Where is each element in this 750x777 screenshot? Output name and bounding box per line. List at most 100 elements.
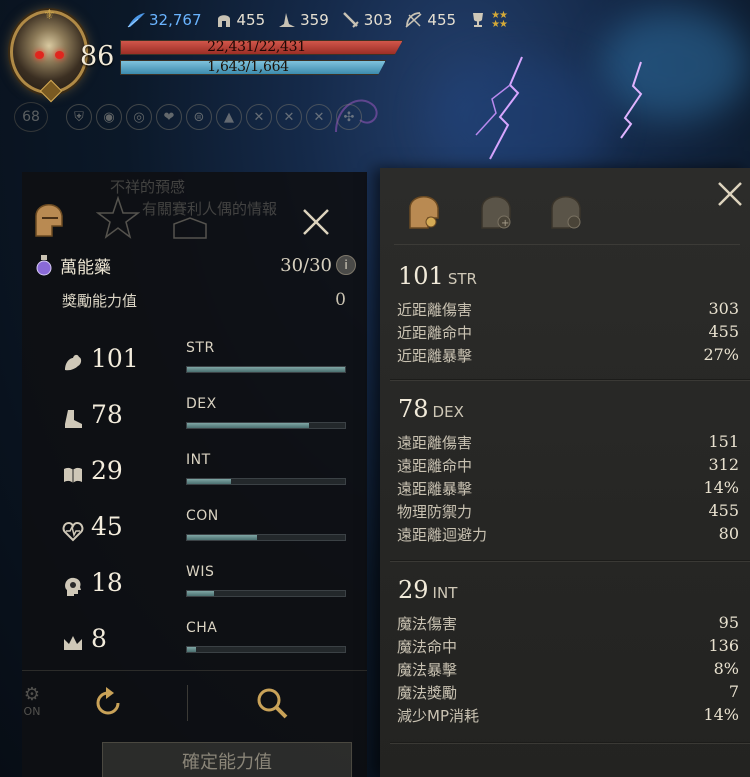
attribute-value: 8 bbox=[91, 624, 107, 653]
elixir-name: 萬能藥 bbox=[60, 257, 111, 278]
stat-row-value: 455 bbox=[708, 322, 739, 341]
stat-row-label: 近距離命中 bbox=[397, 324, 473, 342]
stat-row: 減少MP消耗 14% bbox=[397, 705, 739, 727]
stat-row: 近距離暴擊 27% bbox=[397, 345, 739, 367]
buff-shield-icon[interactable]: ⛨ bbox=[66, 104, 92, 130]
attribute-bar bbox=[186, 590, 346, 597]
attribute-dex[interactable]: 78 DEX bbox=[58, 396, 348, 440]
close-button[interactable] bbox=[716, 180, 744, 208]
stat-row-value: 95 bbox=[718, 613, 739, 632]
auto-toggle-label: ON bbox=[23, 705, 41, 718]
buff-swords-icon[interactable]: ✕ bbox=[246, 104, 272, 130]
stat-magic[interactable]: 359 bbox=[277, 10, 329, 30]
attribute-name: CHA bbox=[186, 620, 218, 636]
player-hud: ⚜ 86 32,767 455 359 303 455 ★★ ★★ 22,431… bbox=[0, 0, 750, 150]
boot-icon bbox=[65, 410, 82, 428]
attribute-bar bbox=[186, 478, 346, 485]
building-icon bbox=[173, 217, 207, 239]
stat-row-value: 8% bbox=[713, 659, 739, 678]
section-divider bbox=[390, 560, 750, 562]
confirm-stats-button[interactable]: 確定能力值 bbox=[102, 742, 352, 777]
attribute-str[interactable]: 101 STR bbox=[58, 340, 348, 384]
attribute-bar-fill bbox=[187, 423, 309, 428]
buff-crest-icon[interactable]: ✣ bbox=[336, 104, 362, 130]
buff-swords-icon[interactable]: ✕ bbox=[276, 104, 302, 130]
attribute-bar bbox=[186, 366, 346, 373]
helmet-icon bbox=[214, 10, 234, 30]
mp-bar: 1,643/1,664 bbox=[120, 60, 386, 75]
attribute-value: 18 bbox=[91, 568, 123, 597]
attribute-cha[interactable]: 8 CHA bbox=[58, 620, 348, 664]
stat-row-value: 312 bbox=[708, 455, 739, 474]
stat-melee[interactable]: 303 bbox=[341, 10, 393, 30]
attribute-bar-fill bbox=[187, 591, 214, 596]
gear-icon: ⚙ bbox=[23, 684, 41, 705]
section-abbr: DEX bbox=[432, 403, 464, 421]
stat-row-value: 136 bbox=[708, 636, 739, 655]
rank-stars-icon: ★★ ★★ bbox=[491, 10, 508, 30]
section-divider bbox=[390, 379, 750, 381]
stat-feather[interactable]: 32,767 bbox=[126, 10, 202, 30]
attribute-value: 101 bbox=[91, 344, 139, 373]
buff-bar: 68 ⛨ ◉ ◎ ❤ ⊜ ▲ ✕ ✕ ✕ ✣ bbox=[14, 102, 366, 132]
stat-row-label: 近距離傷害 bbox=[397, 301, 473, 319]
stat-allocation-panel: 不祥的預感 有關賽利人偶的情報 萬能藥 30/30 i 獎勵能力值 0 101 … bbox=[22, 172, 367, 777]
buff-hat-icon[interactable]: ▲ bbox=[216, 104, 242, 130]
stat-row: 遠距離命中 312 bbox=[397, 455, 739, 477]
stat-row: 遠距離迴避力 80 bbox=[397, 524, 739, 546]
stat-row-value: 455 bbox=[708, 501, 739, 520]
buff-heart-icon[interactable]: ❤ bbox=[156, 104, 182, 130]
section-abbr: STR bbox=[447, 270, 477, 288]
rank-badge-icon bbox=[39, 79, 63, 103]
attribute-wis[interactable]: 18 WIS bbox=[58, 564, 348, 608]
section-value: 78 bbox=[398, 395, 429, 423]
stat-row-label: 近距離暴擊 bbox=[397, 347, 473, 365]
stat-row-value: 80 bbox=[718, 524, 739, 543]
helmet-stat-tab-icon[interactable] bbox=[404, 188, 444, 232]
attribute-name: CON bbox=[186, 508, 219, 524]
attribute-bar-fill bbox=[187, 647, 197, 652]
buff-swords-icon[interactable]: ✕ bbox=[306, 104, 332, 130]
buff-drop-icon[interactable]: ◉ bbox=[96, 104, 122, 130]
buff-count[interactable]: 68 bbox=[14, 102, 48, 132]
reset-button[interactable] bbox=[90, 685, 126, 721]
attribute-value: 45 bbox=[91, 512, 123, 541]
inspect-button[interactable] bbox=[254, 685, 290, 721]
trophy-icon bbox=[468, 10, 488, 30]
stat-ranged[interactable]: 455 bbox=[404, 10, 456, 30]
stat-row: 魔法傷害 95 bbox=[397, 613, 739, 635]
attribute-bar bbox=[186, 646, 346, 653]
helmet-plus-tab-icon[interactable]: + bbox=[476, 188, 516, 232]
eye-icon bbox=[35, 51, 44, 59]
attribute-value: 78 bbox=[91, 400, 123, 429]
star-emblem-icon bbox=[96, 196, 140, 239]
auto-toggle[interactable]: ⚙ ON bbox=[14, 684, 50, 724]
defense-value: 455 bbox=[236, 11, 266, 29]
attribute-bar-fill bbox=[187, 367, 345, 372]
character-portrait[interactable]: ⚜ bbox=[10, 7, 88, 103]
stat-row-value: 151 bbox=[708, 432, 739, 451]
attribute-name: WIS bbox=[186, 564, 215, 580]
section-abbr: INT bbox=[432, 584, 458, 602]
stat-row: 遠距離傷害 151 bbox=[397, 432, 739, 454]
elixir-count: 30/30 bbox=[280, 254, 332, 276]
stat-row: 魔法暴擊 8% bbox=[397, 659, 739, 681]
buff-ring-icon[interactable]: ⊜ bbox=[186, 104, 212, 130]
helmet-shield-tab-icon[interactable] bbox=[546, 188, 586, 232]
melee-value: 303 bbox=[363, 11, 393, 29]
stat-row-label: 遠距離傷害 bbox=[397, 434, 473, 452]
buff-eye-icon[interactable]: ◎ bbox=[126, 104, 152, 130]
info-button[interactable]: i bbox=[336, 255, 356, 275]
stat-defense[interactable]: 455 bbox=[214, 10, 266, 30]
attribute-con[interactable]: 45 CON bbox=[58, 508, 348, 552]
attribute-name: INT bbox=[186, 452, 211, 468]
attribute-int[interactable]: 29 INT bbox=[58, 452, 348, 496]
close-button[interactable] bbox=[300, 206, 332, 238]
panel-footer bbox=[22, 670, 367, 734]
ranged-value: 455 bbox=[427, 11, 457, 29]
stat-row-label: 物理防禦力 bbox=[397, 503, 473, 521]
helmet-tab-icon[interactable] bbox=[30, 196, 66, 240]
stat-row-value: 14% bbox=[703, 478, 739, 497]
hp-text: 22,431/22,431 bbox=[207, 39, 306, 55]
trophy-item[interactable]: ★★ ★★ bbox=[468, 10, 508, 30]
